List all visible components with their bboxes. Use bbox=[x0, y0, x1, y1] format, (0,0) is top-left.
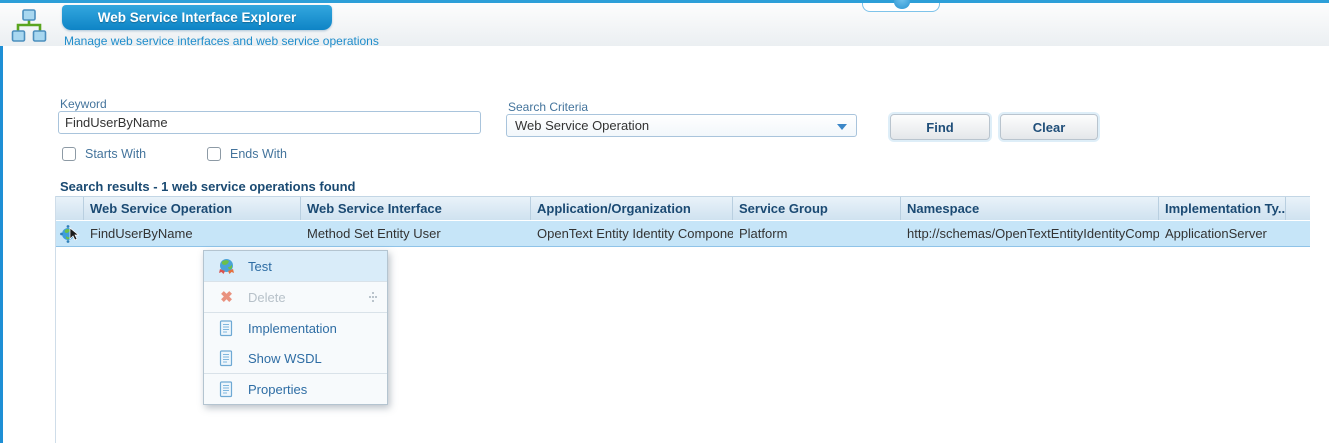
results-summary: Search results - 1 web service operation… bbox=[60, 179, 356, 194]
cell-application-organization: OpenText Entity Identity Component bbox=[537, 226, 733, 241]
cell-filler bbox=[1286, 221, 1310, 246]
web-service-operation-icon bbox=[60, 224, 80, 243]
panel-collapse-tab bbox=[862, 0, 940, 12]
menu-item-test[interactable]: Test bbox=[204, 251, 387, 281]
context-menu: Test ✖ Delete Implementation Show WSDL P… bbox=[203, 250, 388, 405]
cell-namespace: http://schemas/OpenTextEntityIdentityCom… bbox=[907, 226, 1159, 241]
web-service-interface-explorer-page: Web Service Interface Explorer Manage we… bbox=[0, 0, 1329, 443]
collapse-panel-button[interactable] bbox=[894, 0, 910, 9]
table-row[interactable]: FindUserByName Method Set Entity User Op… bbox=[56, 221, 1310, 247]
page-left-border bbox=[0, 46, 3, 443]
page-header: Web Service Interface Explorer Manage we… bbox=[0, 0, 1329, 48]
keyword-label: Keyword bbox=[60, 97, 107, 111]
column-header-web-service-operation[interactable]: Web Service Operation bbox=[84, 197, 301, 220]
menu-item-label: Test bbox=[248, 258, 272, 274]
page-subtitle: Manage web service interfaces and web se… bbox=[64, 34, 379, 48]
delete-x-icon: ✖ bbox=[220, 288, 233, 306]
search-criteria-label: Search Criteria bbox=[508, 100, 589, 114]
keyword-input[interactable] bbox=[58, 111, 481, 134]
document-icon bbox=[219, 380, 233, 397]
starts-with-checkbox[interactable] bbox=[62, 147, 76, 161]
cell-service-group: Platform bbox=[739, 226, 788, 241]
ends-with-label: Ends With bbox=[230, 147, 287, 161]
menu-item-label: Implementation bbox=[248, 320, 337, 336]
document-icon bbox=[219, 349, 233, 366]
menu-item-properties[interactable]: Properties bbox=[204, 374, 387, 404]
cell-implementation-type: ApplicationServer bbox=[1165, 226, 1267, 241]
cell-web-service-operation: FindUserByName bbox=[90, 226, 193, 241]
search-criteria-value: Web Service Operation bbox=[515, 118, 650, 133]
menu-item-delete[interactable]: ✖ Delete bbox=[204, 282, 387, 312]
menu-item-show-wsdl[interactable]: Show WSDL bbox=[204, 343, 387, 373]
document-icon bbox=[219, 319, 233, 336]
menu-item-label: Show WSDL bbox=[248, 350, 322, 366]
page-title: Web Service Interface Explorer bbox=[62, 5, 332, 30]
row-icon-cell bbox=[56, 221, 84, 246]
column-header-namespace[interactable]: Namespace bbox=[901, 197, 1159, 220]
column-header-application-organization[interactable]: Application/Organization bbox=[531, 197, 733, 220]
menu-item-label: Delete bbox=[248, 289, 286, 305]
column-header-service-group[interactable]: Service Group bbox=[733, 197, 901, 220]
submenu-arrow-icon bbox=[369, 292, 377, 302]
ends-with-checkbox[interactable] bbox=[207, 147, 221, 161]
ends-with-option: Ends With bbox=[207, 147, 287, 161]
starts-with-label: Starts With bbox=[85, 147, 147, 161]
chevron-down-icon bbox=[837, 124, 847, 130]
menu-item-label: Properties bbox=[248, 381, 308, 397]
clear-button[interactable]: Clear bbox=[1000, 114, 1098, 140]
column-header-filler bbox=[1286, 197, 1310, 220]
sitemap-icon bbox=[11, 9, 47, 42]
cell-web-service-interface: Method Set Entity User bbox=[307, 226, 441, 241]
starts-with-option: Starts With bbox=[62, 147, 146, 161]
column-header-web-service-interface[interactable]: Web Service Interface bbox=[301, 197, 531, 220]
results-table-header: Web Service Operation Web Service Interf… bbox=[56, 196, 1310, 220]
find-button[interactable]: Find bbox=[890, 114, 990, 140]
globe-test-icon bbox=[219, 258, 234, 274]
column-header-implementation-type[interactable]: Implementation Ty... bbox=[1159, 197, 1286, 220]
search-criteria-select[interactable]: Web Service Operation bbox=[506, 114, 857, 137]
column-header-icon bbox=[56, 197, 84, 220]
menu-item-implementation[interactable]: Implementation bbox=[204, 313, 387, 343]
